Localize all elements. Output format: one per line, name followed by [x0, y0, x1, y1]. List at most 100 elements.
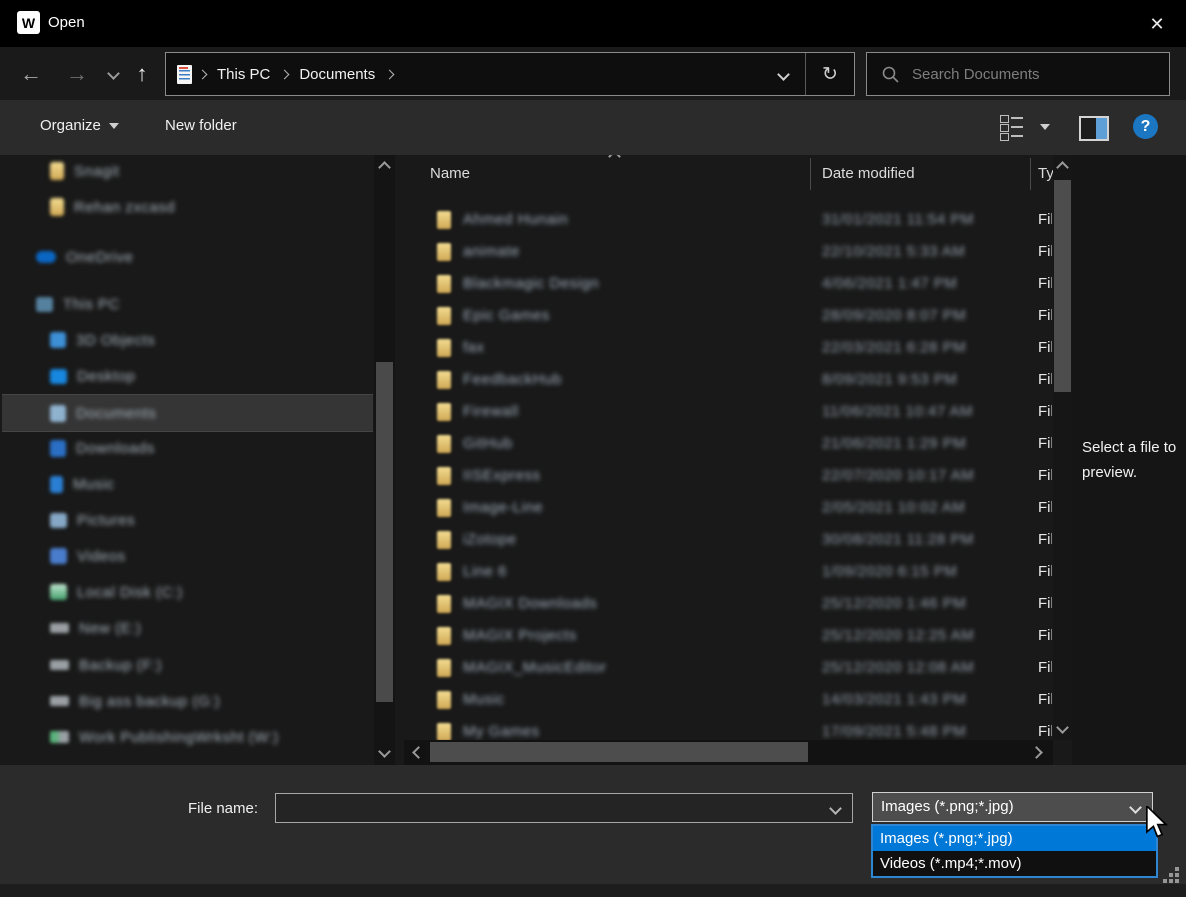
column-header-type[interactable]: Type	[1038, 165, 1053, 182]
file-row[interactable]: MAGIX Downloads25/12/2020 1:46 PMFile fo…	[404, 588, 1054, 620]
views-dropdown-chevron-icon[interactable]	[1040, 124, 1050, 130]
file-type-combobox[interactable]: Images (*.png;*.jpg)	[872, 792, 1153, 822]
file-name: My Games	[463, 723, 540, 740]
chevron-down-icon	[1129, 801, 1142, 814]
file-type-option[interactable]: Images (*.png;*.jpg)	[873, 826, 1156, 851]
file-row[interactable]: MAGIX Projects25/12/2020 12:25 AMFile fo…	[404, 620, 1054, 652]
folder-icon	[437, 723, 451, 741]
sidebar-item-onedrive[interactable]: OneDrive	[2, 239, 373, 275]
file-row[interactable]: iZotope30/08/2021 11:28 PMFile folder	[404, 524, 1054, 556]
file-row[interactable]: Blackmagic Design4/06/2021 1:47 PMFile f…	[404, 268, 1054, 300]
sidebar-item-backup-f-[interactable]: Backup (F:)	[2, 647, 373, 683]
scroll-right-icon[interactable]	[1030, 746, 1043, 759]
sidebar-item-label: Downloads	[76, 440, 155, 457]
sidebar-item-music[interactable]: Music	[2, 466, 373, 502]
file-type: File folder	[1038, 691, 1052, 708]
file-name: GitHub	[463, 435, 513, 452]
file-date-modified: 14/03/2021 1:43 PM	[822, 691, 966, 708]
address-bar[interactable]: This PC Documents ↻	[165, 52, 855, 96]
file-row[interactable]: Music14/03/2021 1:43 PMFile folder	[404, 684, 1054, 716]
drive-icon	[50, 696, 69, 706]
music-icon	[50, 476, 63, 493]
folder-icon	[437, 595, 451, 613]
new-folder-button[interactable]: New folder	[165, 117, 237, 134]
back-button[interactable]: ←	[16, 47, 46, 100]
file-row[interactable]: Epic Games28/09/2020 8:07 PMFile folder	[404, 300, 1054, 332]
scroll-left-icon[interactable]	[412, 746, 425, 759]
drive-green-icon	[50, 731, 69, 743]
column-header-date-modified[interactable]: Date modified	[822, 165, 915, 182]
file-row[interactable]: MAGIX_MusicEditor25/12/2020 12:08 AMFile…	[404, 652, 1054, 684]
file-row[interactable]: fax22/03/2021 6:28 PMFile folder	[404, 332, 1054, 364]
list-vertical-scrollbar[interactable]	[1053, 155, 1072, 740]
sidebar-item-documents[interactable]: Documents	[2, 394, 373, 432]
folder-icon	[437, 531, 451, 549]
file-type: File folder	[1038, 499, 1052, 516]
file-type-dropdown-list: Images (*.png;*.jpg)Videos (*.mp4;*.mov)	[871, 824, 1158, 878]
column-divider[interactable]	[1030, 158, 1031, 190]
help-icon[interactable]: ?	[1133, 114, 1158, 139]
sidebar-item-local-disk-c-[interactable]: Local Disk (C:)	[2, 574, 373, 610]
file-type: File folder	[1038, 403, 1052, 420]
sidebar-item-desktop[interactable]: Desktop	[2, 358, 373, 394]
sidebar-item-new-e-[interactable]: New (E:)	[2, 610, 373, 646]
file-row[interactable]: Firewall11/06/2021 10:47 AMFile folder	[404, 396, 1054, 428]
close-icon[interactable]: ✕	[1142, 10, 1172, 38]
preview-pane-icon[interactable]	[1079, 116, 1109, 141]
file-row[interactable]: Line 61/09/2020 6:15 PMFile folder	[404, 556, 1054, 588]
file-type-option[interactable]: Videos (*.mp4;*.mov)	[873, 851, 1156, 876]
refresh-icon[interactable]: ↻	[805, 53, 854, 95]
up-button[interactable]: ↑	[127, 47, 157, 100]
recent-locations-chevron-icon[interactable]	[102, 47, 124, 100]
search-input[interactable]: Search Documents	[866, 52, 1170, 96]
scrollbar-thumb[interactable]	[1054, 180, 1071, 392]
sidebar-item-label: Local Disk (C:)	[77, 584, 183, 601]
sidebar-item-videos[interactable]: Videos	[2, 538, 373, 574]
sidebar-item-rehan-zxcasd[interactable]: Rehan zxcasd	[2, 189, 373, 225]
file-name: Blackmagic Design	[463, 275, 599, 292]
breadcrumb-this-pc[interactable]: This PC	[213, 66, 274, 83]
organize-button[interactable]: Organize	[40, 117, 119, 134]
scroll-down-icon[interactable]	[378, 745, 391, 758]
breadcrumb-documents[interactable]: Documents	[295, 66, 379, 83]
sidebar-item-pictures[interactable]: Pictures	[2, 502, 373, 538]
breadcrumb-chevron-icon	[385, 69, 395, 79]
sidebar-item-downloads[interactable]: Downloads	[2, 430, 373, 466]
file-name-input[interactable]	[275, 793, 853, 823]
file-type: File folder	[1038, 595, 1052, 612]
file-row[interactable]: FeedbackHub8/09/2021 9:53 PMFile folder	[404, 364, 1054, 396]
search-icon	[881, 65, 900, 84]
column-divider[interactable]	[810, 158, 811, 190]
column-header-name[interactable]: Name	[430, 165, 470, 182]
resize-grip[interactable]	[1163, 867, 1181, 885]
scroll-up-icon[interactable]	[1056, 161, 1069, 174]
views-icon[interactable]	[1000, 115, 1024, 139]
file-row[interactable]: GitHub21/06/2021 1:29 PMFile folder	[404, 428, 1054, 460]
forward-button[interactable]: →	[62, 47, 92, 100]
file-row[interactable]: Ahmed Hunain31/01/2021 11:54 PMFile fold…	[404, 204, 1054, 236]
sidebar-item-this-pc[interactable]: This PC	[2, 286, 373, 322]
chevron-down-icon[interactable]	[829, 802, 842, 815]
sidebar-item-3d-objects[interactable]: 3D Objects	[2, 322, 373, 358]
address-dropdown-chevron-icon[interactable]	[761, 53, 805, 95]
scrollbar-thumb[interactable]	[430, 742, 808, 762]
sidebar-item-big-ass-backup-g-[interactable]: Big ass backup (G:)	[2, 683, 373, 719]
desktop-icon	[50, 369, 67, 384]
sidebar-item-label: Documents	[76, 405, 156, 422]
file-row[interactable]: Image-Line2/05/2021 10:02 AMFile folder	[404, 492, 1054, 524]
folder-icon	[437, 691, 451, 709]
documents-icon	[50, 405, 66, 422]
file-row[interactable]: animate22/10/2021 5:33 AMFile folder	[404, 236, 1054, 268]
onedrive-icon	[36, 251, 56, 263]
file-row[interactable]: IISExpress22/07/2020 10:17 AMFile folder	[404, 460, 1054, 492]
scroll-down-icon[interactable]	[1056, 721, 1069, 734]
file-name: Firewall	[463, 403, 519, 420]
list-horizontal-scrollbar[interactable]	[404, 740, 1053, 765]
file-name: Epic Games	[463, 307, 550, 324]
pictures-icon	[50, 513, 67, 528]
sidebar-item-snagit[interactable]: Snagit	[2, 155, 373, 189]
scroll-up-icon[interactable]	[378, 161, 391, 174]
sidebar-scrollbar[interactable]	[374, 155, 395, 765]
scrollbar-thumb[interactable]	[376, 362, 393, 702]
sidebar-item-work-publishingwrksht-w-[interactable]: Work PublishingWrksht (W:)	[2, 719, 373, 755]
